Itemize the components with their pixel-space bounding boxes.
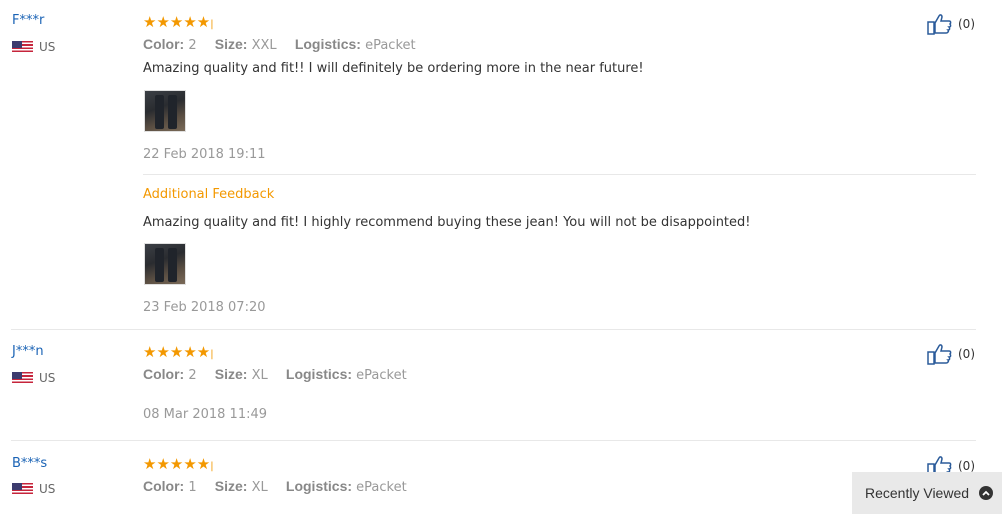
helpful-button[interactable]: (0) [927,343,975,365]
reviewer-country: US [12,40,55,54]
review-divider [11,440,976,441]
review-attributes: Color: 2 Size: XL Logistics: ePacket [143,366,421,383]
country-label: US [39,371,56,385]
additional-photo-thumbnail[interactable] [144,243,186,285]
review-date: 08 Mar 2018 11:49 [143,407,268,422]
recently-viewed-label: Recently Viewed [865,485,970,501]
reviewer-country: US [12,371,55,385]
chevron-up-icon [979,486,994,500]
country-label: US [39,482,56,496]
us-flag-icon [12,483,33,495]
size-value: XL [251,368,268,383]
review-divider [11,329,976,330]
size-value: XL [251,480,268,495]
logistics-key: Logistics: [294,36,361,52]
review-attributes: Color: 2 Size: XXL Logistics: ePacket [143,36,430,53]
review-photo-thumbnail[interactable] [144,90,186,132]
helpful-count: (0) [958,459,975,473]
review-date: 22 Feb 2018 19:11 [143,147,266,162]
color-value: 2 [188,368,197,383]
color-value: 1 [188,480,197,495]
size-key: Size: [214,36,248,52]
logistics-value: ePacket [356,480,407,495]
color-value: 2 [188,38,197,53]
reviewer-name[interactable]: J***n [12,344,44,359]
helpful-button[interactable]: (0) [927,13,975,35]
stars-glyphs: ★★★★★ [143,13,211,31]
divider [143,174,976,175]
us-flag-icon [12,372,33,384]
logistics-key: Logistics: [285,478,353,494]
stars-glyphs: ★★★★★ [143,455,211,473]
logistics-value: ePacket [365,38,416,53]
star-tail-icon: | [210,349,214,360]
helpful-count: (0) [958,17,975,31]
color-key: Color: [143,36,185,52]
color-key: Color: [143,478,185,494]
additional-feedback-date: 23 Feb 2018 07:20 [143,300,266,315]
reviewer-country: US [12,482,55,496]
thumbs-up-icon [927,14,952,35]
photo-detail [155,248,164,282]
photo-detail [168,95,177,129]
star-rating: ★★★★★| [143,344,214,363]
review-attributes: Color: 1 Size: XL Logistics: ePacket [143,478,421,495]
logistics-value: ePacket [356,368,407,383]
country-label: US [39,40,56,54]
additional-feedback-text: Amazing quality and fit! I highly recomm… [143,215,751,230]
helpful-count: (0) [958,347,975,361]
star-tail-icon: | [210,461,214,472]
reviewer-name[interactable]: B***s [12,456,47,471]
photo-detail [155,95,164,129]
star-rating: ★★★★★| [143,456,214,475]
star-tail-icon: | [210,19,214,30]
star-rating: ★★★★★| [143,14,214,33]
reviewer-name[interactable]: F***r [12,13,44,28]
photo-detail [168,248,177,282]
size-value: XXL [251,38,277,53]
thumbs-up-icon [927,344,952,365]
size-key: Size: [214,478,248,494]
logistics-key: Logistics: [285,366,353,382]
color-key: Color: [143,366,185,382]
additional-feedback-title: Additional Feedback [143,187,275,202]
review-text: Amazing quality and fit!! I will definit… [143,61,644,76]
size-key: Size: [214,366,248,382]
us-flag-icon [12,41,33,53]
recently-viewed-tab[interactable]: Recently Viewed [852,472,1002,514]
stars-glyphs: ★★★★★ [143,343,211,361]
